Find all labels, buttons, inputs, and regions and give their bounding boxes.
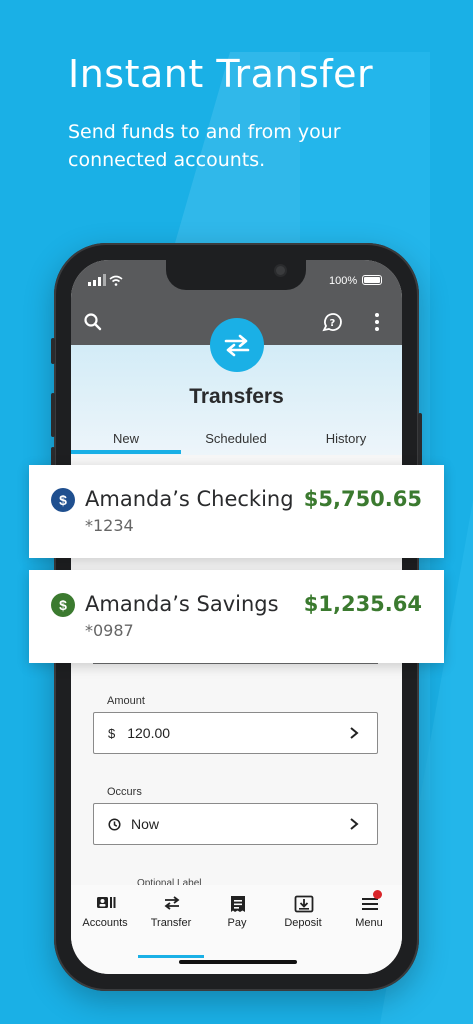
amount-input[interactable]: $ 120.00 bbox=[93, 712, 378, 754]
account-card-savings[interactable]: $ Amanda’s Savings *0987 $1,235.64 bbox=[29, 570, 444, 663]
currency-symbol: $ bbox=[108, 725, 116, 741]
phone-side-button bbox=[51, 338, 55, 364]
chevron-right-icon bbox=[350, 818, 359, 830]
transfer-arrows-icon bbox=[210, 318, 264, 372]
signal-wifi-icon bbox=[88, 274, 123, 286]
nav-label: Menu bbox=[355, 917, 383, 929]
chevron-right-icon bbox=[350, 727, 359, 739]
notification-badge bbox=[373, 890, 382, 899]
account-balance: $1,235.64 bbox=[303, 592, 422, 616]
account-number: *1234 bbox=[85, 516, 134, 535]
phone-side-button bbox=[51, 393, 55, 437]
tab-scheduled[interactable]: Scheduled bbox=[181, 431, 291, 446]
clock-icon bbox=[108, 817, 121, 831]
nav-label: Pay bbox=[227, 917, 247, 929]
nav-menu[interactable]: Menu bbox=[336, 885, 402, 945]
occurs-select[interactable]: Now bbox=[93, 803, 378, 845]
nav-label: Accounts bbox=[82, 917, 128, 929]
search-icon[interactable] bbox=[83, 312, 103, 332]
dollar-icon: $ bbox=[51, 488, 75, 512]
battery-percent: 100% bbox=[329, 275, 358, 287]
active-nav-indicator bbox=[138, 955, 204, 958]
svg-text:?: ? bbox=[330, 318, 336, 329]
nav-transfer[interactable]: Transfer bbox=[138, 885, 204, 945]
phone-notch bbox=[166, 260, 306, 290]
nav-accounts[interactable]: Accounts bbox=[72, 885, 138, 945]
page-title: Transfers bbox=[189, 385, 284, 408]
promo-subheadline: Send funds to and from your connected ac… bbox=[68, 121, 341, 171]
nav-label: Deposit bbox=[284, 917, 322, 929]
pay-icon bbox=[231, 896, 245, 912]
tab-new[interactable]: New bbox=[71, 431, 181, 446]
active-tab-indicator bbox=[71, 450, 181, 454]
tab-history[interactable]: History bbox=[291, 431, 401, 446]
occurs-value: Now bbox=[131, 816, 160, 832]
account-number: *0987 bbox=[85, 621, 134, 640]
account-name: Amanda’s Checking bbox=[85, 487, 294, 511]
occurs-label: Occurs bbox=[107, 786, 142, 798]
help-chat-icon[interactable]: ? bbox=[320, 312, 344, 334]
account-card-checking[interactable]: $ Amanda’s Checking *1234 $5,750.65 bbox=[29, 465, 444, 558]
amount-label: Amount bbox=[107, 695, 145, 707]
more-vertical-icon[interactable] bbox=[373, 312, 381, 332]
home-indicator bbox=[179, 960, 297, 964]
amount-value: 120.00 bbox=[127, 725, 171, 741]
nav-pay[interactable]: Pay bbox=[204, 885, 270, 945]
promo-headline: Instant Transfer bbox=[68, 52, 374, 96]
account-name: Amanda’s Savings bbox=[85, 592, 279, 616]
transfer-icon bbox=[164, 896, 180, 910]
dollar-icon: $ bbox=[51, 593, 75, 617]
deposit-icon bbox=[294, 895, 314, 913]
nav-label: Transfer bbox=[150, 917, 192, 929]
battery-icon bbox=[362, 275, 382, 285]
account-balance: $5,750.65 bbox=[303, 487, 422, 511]
accounts-icon bbox=[97, 897, 116, 908]
transfer-tabs: New Scheduled History bbox=[71, 428, 402, 454]
camera bbox=[276, 266, 285, 275]
nav-deposit[interactable]: Deposit bbox=[270, 885, 336, 945]
